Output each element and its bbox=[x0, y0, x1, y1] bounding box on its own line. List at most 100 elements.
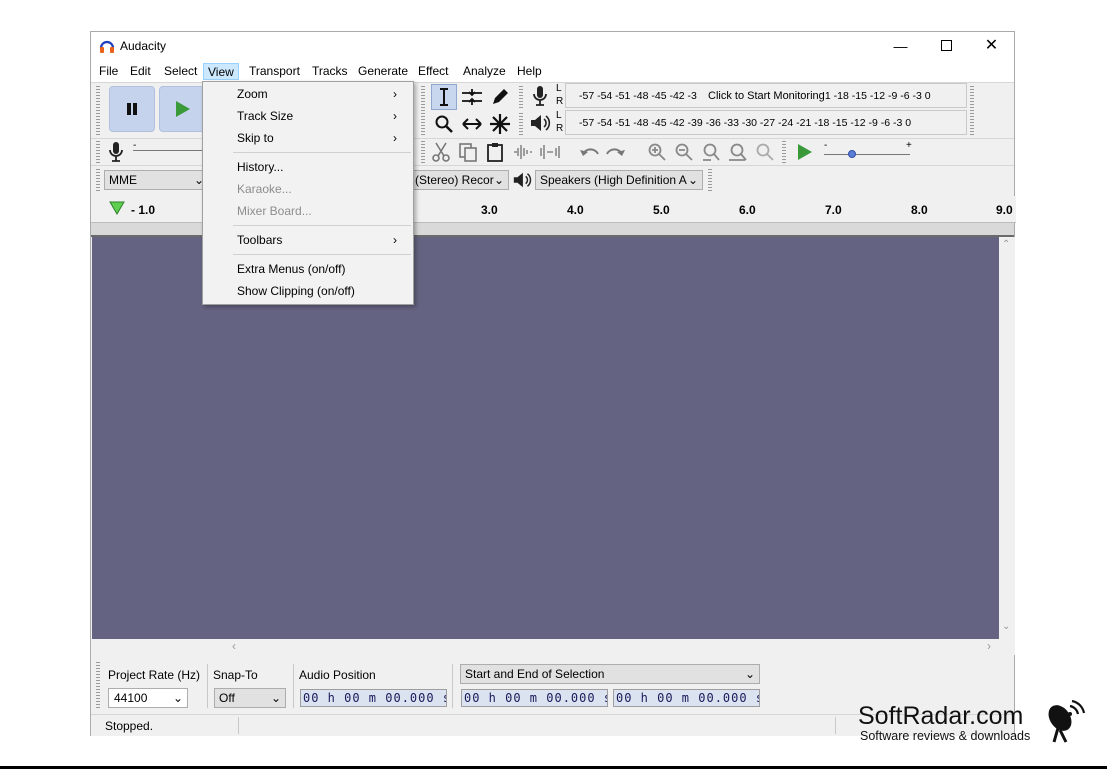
vertical-scrollbar[interactable]: ⌃ ⌄ bbox=[999, 237, 1015, 639]
play-meter[interactable] bbox=[565, 110, 967, 135]
mixer-toolbar-grip[interactable] bbox=[96, 141, 100, 163]
fit-project-button[interactable] bbox=[725, 139, 751, 165]
device-toolbar-end-grip bbox=[708, 169, 712, 191]
multi-tool-button[interactable] bbox=[487, 111, 513, 137]
menu-view[interactable]: View bbox=[203, 63, 239, 80]
menu-item-label: Extra Menus (on/off) bbox=[237, 262, 346, 276]
undo-icon bbox=[580, 148, 599, 156]
redo-button[interactable] bbox=[603, 139, 629, 165]
scroll-left-icon[interactable]: ‹ bbox=[232, 639, 236, 653]
menu-analyze[interactable]: Analyze bbox=[459, 63, 510, 80]
zoom-in-button[interactable] bbox=[644, 139, 670, 165]
draw-tool-button[interactable] bbox=[487, 84, 513, 110]
play-at-speed-button[interactable] bbox=[791, 139, 817, 165]
edit-toolbar-grip[interactable] bbox=[421, 141, 425, 163]
menu-separator bbox=[233, 152, 411, 153]
envelope-tool-button[interactable] bbox=[459, 84, 485, 110]
project-rate-select[interactable]: 44100 ⌄ bbox=[108, 688, 188, 708]
view-menu-toolbars[interactable]: Toolbars › bbox=[237, 229, 407, 251]
scissors-icon bbox=[432, 142, 450, 162]
menu-edit[interactable]: Edit bbox=[126, 63, 155, 80]
record-meter-grip[interactable] bbox=[519, 86, 523, 108]
maximize-button[interactable] bbox=[924, 32, 969, 60]
menu-help[interactable]: Help bbox=[513, 63, 546, 80]
menu-file[interactable]: File bbox=[95, 63, 122, 80]
snap-to-label: Snap-To bbox=[213, 668, 258, 682]
play-at-speed-grip[interactable] bbox=[782, 141, 786, 163]
cut-button[interactable] bbox=[428, 139, 454, 165]
ruler-label: 4.0 bbox=[567, 203, 584, 217]
time-shift-tool-button[interactable] bbox=[459, 111, 485, 137]
chevron-down-icon: ⌄ bbox=[172, 691, 183, 705]
record-left-label: L bbox=[556, 83, 562, 94]
play-meter-button[interactable] bbox=[527, 110, 553, 136]
play-right-label: R bbox=[556, 123, 564, 134]
menu-item-label: Toolbars bbox=[237, 233, 283, 247]
device-toolbar-grip[interactable] bbox=[96, 169, 100, 191]
watermark-tagline: Software reviews & downloads bbox=[860, 729, 1031, 743]
speed-slider[interactable] bbox=[824, 154, 910, 155]
zoom-out-button[interactable] bbox=[671, 139, 697, 165]
horizontal-scrollbar[interactable]: ‹ › bbox=[92, 639, 1015, 655]
play-meter-grip[interactable] bbox=[519, 113, 523, 135]
menu-transport[interactable]: Transport bbox=[245, 63, 304, 80]
paste-button[interactable] bbox=[482, 139, 508, 165]
view-menu-skip-to[interactable]: Skip to › bbox=[237, 127, 407, 149]
zoom-tool-button[interactable] bbox=[431, 111, 457, 137]
selection-toolbar-grip[interactable] bbox=[96, 662, 100, 708]
recording-device-select[interactable]: (Stereo) Recor ⌄ bbox=[411, 170, 509, 190]
scroll-down-icon[interactable]: ⌄ bbox=[1002, 621, 1010, 632]
menu-item-label: Skip to bbox=[237, 131, 274, 145]
selection-start-field[interactable]: 00 h 00 m 00.000 s bbox=[461, 689, 608, 707]
menu-tracks[interactable]: Tracks bbox=[308, 63, 352, 80]
view-menu-history[interactable]: History... bbox=[237, 156, 407, 178]
selection-mode-select[interactable]: Start and End of Selection ⌄ bbox=[460, 664, 760, 684]
view-menu-track-size[interactable]: Track Size › bbox=[237, 105, 407, 127]
transport-toolbar-grip[interactable] bbox=[96, 86, 100, 136]
selection-tool-button[interactable] bbox=[431, 84, 457, 110]
silence-button[interactable] bbox=[537, 139, 563, 165]
record-meter[interactable] bbox=[565, 83, 967, 108]
chevron-down-icon: ⌄ bbox=[744, 667, 755, 681]
snap-to-select[interactable]: Off ⌄ bbox=[214, 688, 286, 708]
menu-generate[interactable]: Generate bbox=[354, 63, 412, 80]
record-volume-slider[interactable] bbox=[133, 150, 203, 151]
chevron-right-icon: › bbox=[393, 87, 397, 101]
scroll-up-icon[interactable]: ⌃ bbox=[1002, 239, 1010, 250]
scroll-right-icon[interactable]: › bbox=[987, 639, 991, 653]
view-menu-show-clipping[interactable]: Show Clipping (on/off) bbox=[237, 280, 407, 302]
menu-item-label: Show Clipping (on/off) bbox=[237, 284, 355, 298]
menu-effect[interactable]: Effect bbox=[414, 63, 452, 80]
zoom-toggle-button[interactable] bbox=[752, 139, 778, 165]
pause-button[interactable] bbox=[109, 86, 155, 132]
audio-host-value: MME bbox=[109, 173, 137, 187]
audio-position-field[interactable]: 00 h 00 m 00.000 s bbox=[300, 689, 447, 707]
play-head-icon[interactable] bbox=[108, 200, 126, 216]
selection-end-field[interactable]: 00 h 00 m 00.000 s bbox=[613, 689, 760, 707]
copy-button[interactable] bbox=[455, 139, 481, 165]
tools-toolbar-grip[interactable] bbox=[421, 86, 425, 136]
speed-slider-thumb[interactable] bbox=[848, 150, 856, 158]
playback-device-select[interactable]: Speakers (High Definition A ⌄ bbox=[535, 170, 703, 190]
minimize-button[interactable]: — bbox=[878, 32, 923, 60]
trim-button[interactable] bbox=[510, 139, 536, 165]
clipboard-icon bbox=[487, 143, 503, 162]
menu-select[interactable]: Select bbox=[160, 63, 201, 80]
selection-mode-value: Start and End of Selection bbox=[465, 667, 605, 681]
fit-selection-button[interactable] bbox=[698, 139, 724, 165]
view-menu-zoom[interactable]: Zoom › bbox=[237, 83, 407, 105]
play-button[interactable] bbox=[159, 86, 205, 132]
record-volume-icon bbox=[109, 142, 123, 162]
audio-host-select[interactable]: MME ⌄ bbox=[104, 170, 209, 190]
undo-button[interactable] bbox=[576, 139, 602, 165]
close-button[interactable]: ✕ bbox=[969, 32, 1014, 60]
chevron-down-icon: ⌄ bbox=[270, 691, 281, 705]
view-menu-karaoke: Karaoke... bbox=[237, 178, 407, 200]
view-menu-extra-menus[interactable]: Extra Menus (on/off) bbox=[237, 258, 407, 280]
audio-position-value: 00 h 00 m 00.000 s bbox=[303, 691, 447, 705]
chevron-down-icon: ⌄ bbox=[493, 173, 504, 187]
record-meter-button[interactable] bbox=[527, 83, 553, 109]
menu-item-label: Zoom bbox=[237, 87, 268, 101]
audio-position-label: Audio Position bbox=[299, 668, 376, 682]
view-menu-mixer-board: Mixer Board... bbox=[237, 200, 407, 222]
